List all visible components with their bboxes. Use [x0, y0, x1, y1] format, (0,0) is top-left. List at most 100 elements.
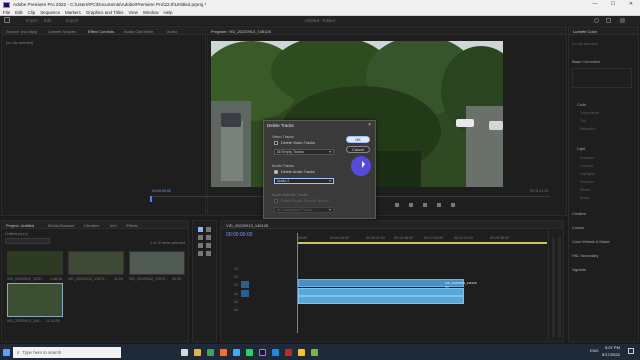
workspace-export[interactable]: Export: [66, 18, 78, 23]
section-vignette[interactable]: Vignette: [572, 268, 586, 272]
menu-window[interactable]: Window: [143, 10, 159, 15]
workspaces-icon[interactable]: [594, 18, 599, 23]
section-light[interactable]: Light: [577, 147, 585, 151]
slip-tool-icon[interactable]: [198, 243, 203, 248]
delete-submix-checkbox[interactable]: [274, 199, 278, 203]
project-thumb-1[interactable]: [7, 251, 63, 275]
step-back-icon[interactable]: [395, 203, 399, 207]
audio-tracks-select[interactable]: Audio 2: [274, 178, 334, 184]
project-thumb-2[interactable]: [68, 251, 124, 275]
tab-effect-controls[interactable]: Effect Controls: [88, 29, 114, 34]
audio-clip-a1[interactable]: [298, 288, 464, 296]
taskbar-search-box[interactable]: ⌕ Type here to search: [13, 346, 121, 358]
tab-effects[interactable]: Effects: [126, 223, 138, 228]
media-app-icon[interactable]: [272, 348, 279, 356]
windows-start-icon[interactable]: [3, 348, 10, 356]
close-window-button[interactable]: ✕: [622, 0, 640, 9]
lift-icon[interactable]: [437, 203, 441, 207]
project-thumb-3[interactable]: [129, 251, 185, 275]
track-v2[interactable]: V2: [234, 275, 238, 279]
tab-libraries[interactable]: Libraries: [84, 223, 99, 228]
selection-tool-icon[interactable]: [198, 227, 203, 232]
row-whites: Whites: [580, 188, 591, 192]
taskbar-time[interactable]: 5:07 PM: [605, 345, 620, 350]
tab-project[interactable]: Project: Untitled: [6, 223, 34, 228]
whatsapp-icon[interactable]: [246, 348, 253, 356]
program-timecode-left[interactable]: 00:00:00:00: [152, 189, 171, 193]
project-search-input[interactable]: [5, 238, 50, 244]
section-color-wheels[interactable]: Color Wheels & Match: [572, 240, 610, 244]
menu-sequence[interactable]: Sequence: [40, 10, 60, 15]
section-color[interactable]: Color: [577, 103, 586, 107]
work-area-bar[interactable]: [297, 242, 547, 244]
export-frame-icon[interactable]: [451, 203, 455, 207]
menu-graphics[interactable]: Graphics and Titles: [86, 10, 124, 15]
taskbar-date[interactable]: 9/17/2022: [602, 352, 620, 357]
delete-video-checkbox[interactable]: [274, 141, 278, 145]
type-tool-icon[interactable]: [206, 251, 211, 256]
tab-sequence[interactable]: VID_20220913_145126: [226, 223, 268, 228]
audio-clip-a2[interactable]: [298, 296, 464, 304]
cancel-button[interactable]: Cancel: [346, 146, 370, 153]
section-basic-correction[interactable]: Basic Correction: [572, 60, 600, 64]
track-a1[interactable]: A1: [234, 292, 238, 296]
tab-program[interactable]: Program: VID_20220913_145126: [211, 29, 271, 34]
editor-icon[interactable]: [311, 348, 318, 356]
track-a2[interactable]: A2: [234, 300, 238, 304]
fullscreen-icon[interactable]: [606, 18, 611, 23]
razor-tool-icon[interactable]: [206, 235, 211, 240]
brave-icon[interactable]: [220, 348, 227, 356]
file-explorer-icon[interactable]: [194, 348, 201, 356]
step-forward-icon[interactable]: [423, 203, 427, 207]
tab-audio-clip-mixer[interactable]: Audio Clip Mixer: [124, 29, 153, 34]
task-view-icon[interactable]: [181, 348, 188, 356]
section-hsl-secondary[interactable]: HSL Secondary: [572, 254, 598, 258]
tab-lumetri-color[interactable]: Lumetri Color: [573, 29, 597, 34]
feedback-icon[interactable]: [620, 18, 625, 23]
tab-audio[interactable]: Audio: [167, 29, 177, 34]
timeline-timecode[interactable]: 00:00:00:00: [226, 232, 252, 238]
menu-help[interactable]: Help: [164, 10, 173, 15]
video-tracks-select[interactable]: All Empty Tracks: [274, 149, 334, 155]
keyboard-language[interactable]: ENG: [590, 348, 599, 353]
menu-clip[interactable]: Clip: [28, 10, 36, 15]
menu-edit[interactable]: Edit: [15, 10, 23, 15]
tab-info[interactable]: Info: [110, 223, 117, 228]
submix-select[interactable]: All Unassigned Tracks: [274, 207, 334, 213]
maximize-button[interactable]: ☐: [604, 0, 622, 9]
ok-button[interactable]: OK: [346, 136, 370, 143]
video-clip[interactable]: VID_20220913_145126 [V]: [298, 279, 477, 289]
premiere-taskbar-icon[interactable]: [259, 348, 266, 356]
notifications-icon[interactable]: [628, 348, 634, 354]
home-icon[interactable]: [4, 17, 10, 23]
section-creative[interactable]: Creative: [572, 212, 586, 216]
track-v1[interactable]: V1: [234, 283, 238, 287]
workspace-import[interactable]: Import: [26, 18, 38, 23]
track-select-tool-icon[interactable]: [206, 227, 211, 232]
menu-view[interactable]: View: [128, 10, 137, 15]
track-a3[interactable]: A3: [234, 308, 238, 312]
dialog-close-icon[interactable]: ×: [368, 122, 371, 128]
recorder-icon[interactable]: [285, 348, 292, 356]
minimize-button[interactable]: —: [586, 0, 604, 9]
notes-icon[interactable]: [298, 348, 305, 356]
track-v1-target[interactable]: [241, 281, 249, 288]
chrome-icon[interactable]: [207, 348, 214, 356]
tab-source[interactable]: Source: (no clips): [6, 29, 37, 34]
play-icon[interactable]: [409, 203, 413, 207]
workspace-edit[interactable]: Edit: [44, 18, 51, 23]
track-v3[interactable]: V3: [234, 267, 238, 271]
telegram-icon[interactable]: [233, 348, 240, 356]
tab-media-browser[interactable]: Media Browser: [48, 223, 75, 228]
delete-audio-checkbox[interactable]: [274, 170, 278, 174]
pen-tool-icon[interactable]: [206, 243, 211, 248]
ripple-edit-tool-icon[interactable]: [198, 235, 203, 240]
hand-tool-icon[interactable]: [198, 251, 203, 256]
menu-file[interactable]: File: [3, 10, 10, 15]
track-a1-target[interactable]: [241, 290, 249, 297]
menu-markers[interactable]: Markers: [65, 10, 81, 15]
tab-lumetri-scopes[interactable]: Lumetri Scopes: [48, 29, 76, 34]
program-playhead[interactable]: [150, 196, 152, 202]
section-curves[interactable]: Curves: [572, 226, 584, 230]
project-thumb-4-selected[interactable]: [7, 283, 63, 317]
